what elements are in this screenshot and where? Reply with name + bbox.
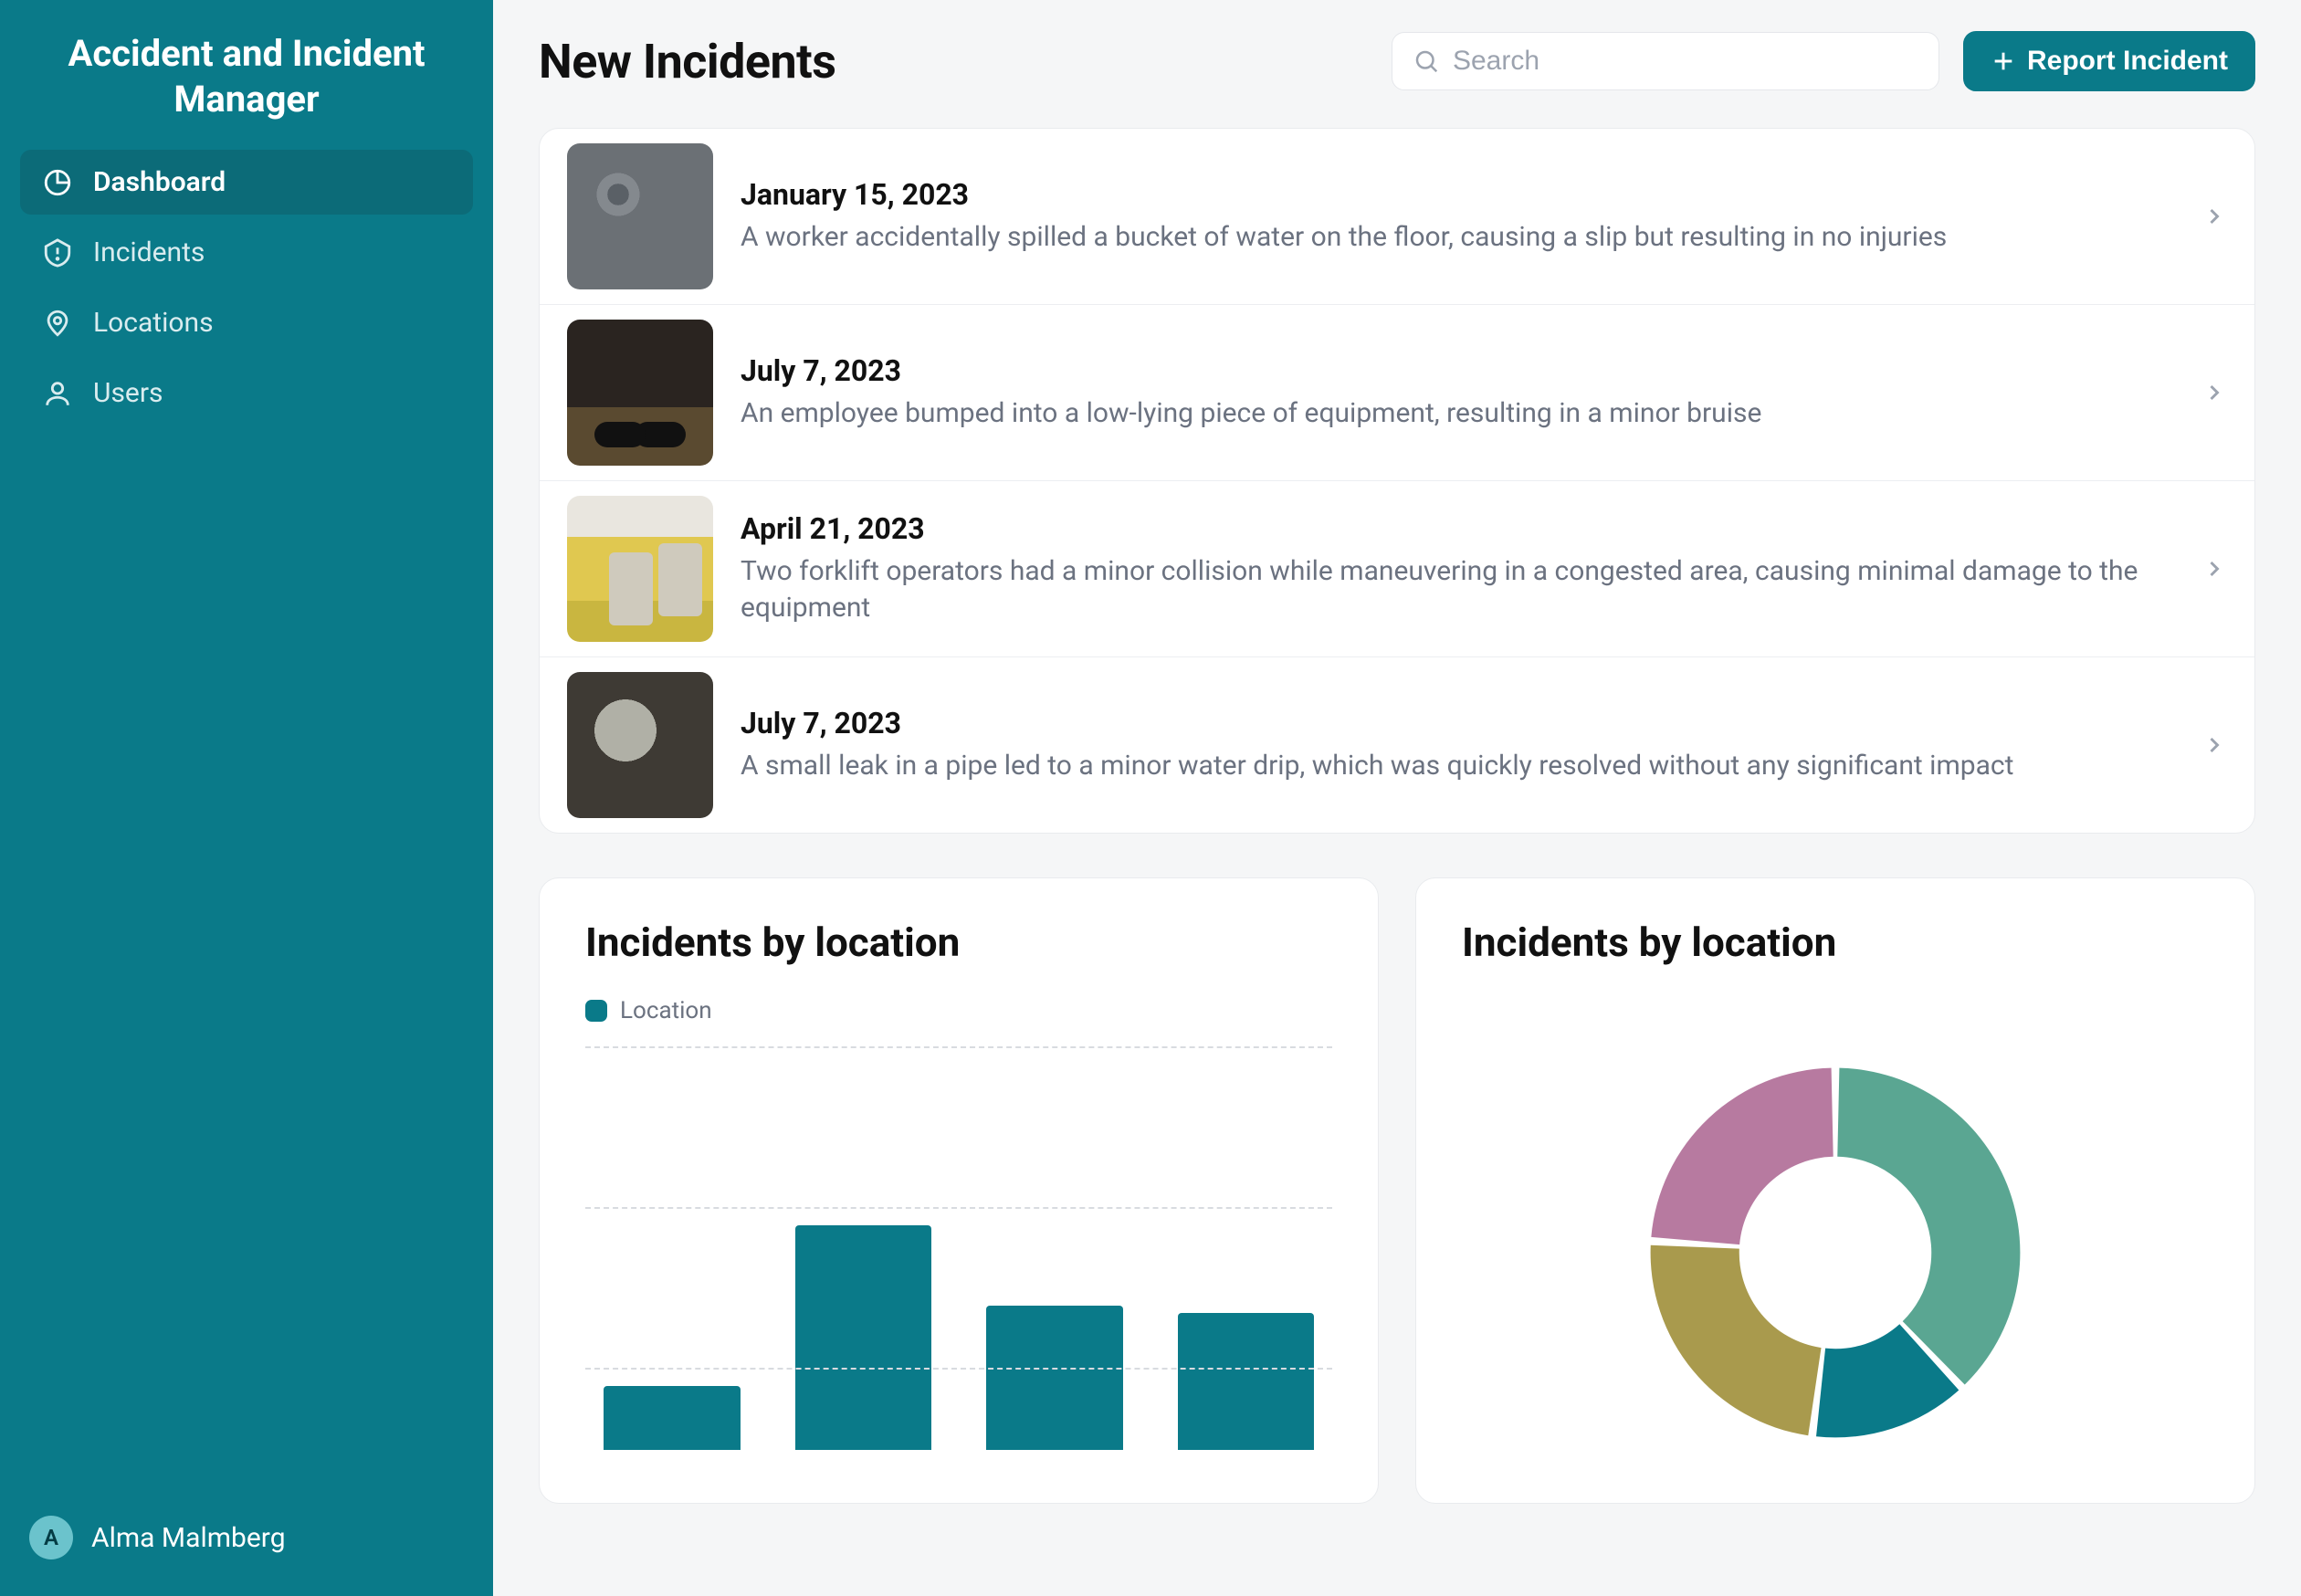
legend-label: Location (620, 997, 712, 1024)
chevron-right-icon (2201, 732, 2227, 758)
incident-description: A worker accidentally spilled a bucket o… (741, 219, 2174, 257)
incident-description: A small leak in a pipe led to a minor wa… (741, 748, 2174, 785)
incident-date: July 7, 2023 (741, 706, 2174, 740)
incident-text: July 7, 2023 A small leak in a pipe led … (741, 706, 2174, 785)
incident-text: January 15, 2023 A worker accidentally s… (741, 177, 2174, 257)
donut-slice (1837, 1068, 2020, 1385)
bar-chart-card: Incidents by location Location (539, 877, 1379, 1504)
chart-bar (986, 1306, 1123, 1450)
sidebar-item-incidents[interactable]: Incidents (20, 220, 473, 285)
current-user[interactable]: A Alma Malmberg (20, 1505, 473, 1570)
donut-slice (1651, 1245, 1822, 1436)
incident-row[interactable]: April 21, 2023 Two forklift operators ha… (540, 481, 2254, 657)
incident-description: An employee bumped into a low-lying piec… (741, 395, 2174, 433)
incident-thumbnail (567, 672, 713, 818)
bar-chart (585, 1048, 1332, 1450)
chart-title: Incidents by location (585, 919, 1332, 966)
incident-thumbnail (567, 496, 713, 642)
legend-swatch (585, 1000, 607, 1022)
incident-date: April 21, 2023 (741, 511, 2174, 546)
sidebar-item-label: Dashboard (93, 166, 226, 198)
page-title: New Incidents (539, 34, 1368, 89)
topbar: New Incidents Report Incident (539, 31, 2255, 91)
incident-text: April 21, 2023 Two forklift operators ha… (741, 511, 2174, 627)
sidebar-item-users[interactable]: Users (20, 361, 473, 425)
incident-text: July 7, 2023 An employee bumped into a l… (741, 353, 2174, 433)
search-input[interactable] (1453, 46, 1918, 77)
incident-row[interactable]: July 7, 2023 A small leak in a pipe led … (540, 657, 2254, 833)
sidebar-item-label: Incidents (93, 236, 205, 268)
donut-slice (1651, 1068, 1833, 1244)
chart-legend: Location (585, 997, 1332, 1024)
incident-date: January 15, 2023 (741, 177, 2174, 212)
search-icon (1413, 47, 1440, 75)
incidents-list: January 15, 2023 A worker accidentally s… (539, 128, 2255, 834)
sidebar-item-dashboard[interactable]: Dashboard (20, 150, 473, 215)
sidebar-item-locations[interactable]: Locations (20, 290, 473, 355)
alert-icon (42, 237, 73, 268)
donut-chart (1462, 997, 2209, 1463)
sidebar-nav: Dashboard Incidents Locations Users (20, 150, 473, 425)
incident-thumbnail (567, 143, 713, 289)
incident-thumbnail (567, 320, 713, 466)
search-box[interactable] (1392, 32, 1939, 90)
chart-title: Incidents by location (1462, 919, 2209, 966)
main: New Incidents Report Incident January 15… (493, 0, 2301, 1596)
pin-icon (42, 308, 73, 339)
plus-icon (1991, 48, 2016, 74)
sidebar-item-label: Locations (93, 307, 214, 339)
sidebar: Accident and Incident Manager Dashboard … (0, 0, 493, 1596)
incident-row[interactable]: July 7, 2023 An employee bumped into a l… (540, 305, 2254, 481)
incident-row[interactable]: January 15, 2023 A worker accidentally s… (540, 129, 2254, 305)
chevron-right-icon (2201, 204, 2227, 229)
chart-bar (1178, 1313, 1315, 1450)
report-incident-label: Report Incident (2027, 46, 2228, 77)
chevron-right-icon (2201, 556, 2227, 582)
chart-bar (795, 1225, 932, 1450)
incident-date: July 7, 2023 (741, 353, 2174, 388)
charts-row: Incidents by location Location Incidents… (539, 877, 2255, 1504)
app-title: Accident and Incident Manager (20, 26, 473, 150)
sidebar-item-label: Users (93, 377, 163, 409)
user-name: Alma Malmberg (91, 1522, 286, 1554)
avatar: A (29, 1516, 73, 1559)
dashboard-icon (42, 167, 73, 198)
donut-chart-card: Incidents by location (1415, 877, 2255, 1504)
chevron-right-icon (2201, 380, 2227, 405)
report-incident-button[interactable]: Report Incident (1963, 31, 2255, 91)
incident-description: Two forklift operators had a minor colli… (741, 553, 2174, 627)
chart-bar (604, 1386, 741, 1450)
user-icon (42, 378, 73, 409)
